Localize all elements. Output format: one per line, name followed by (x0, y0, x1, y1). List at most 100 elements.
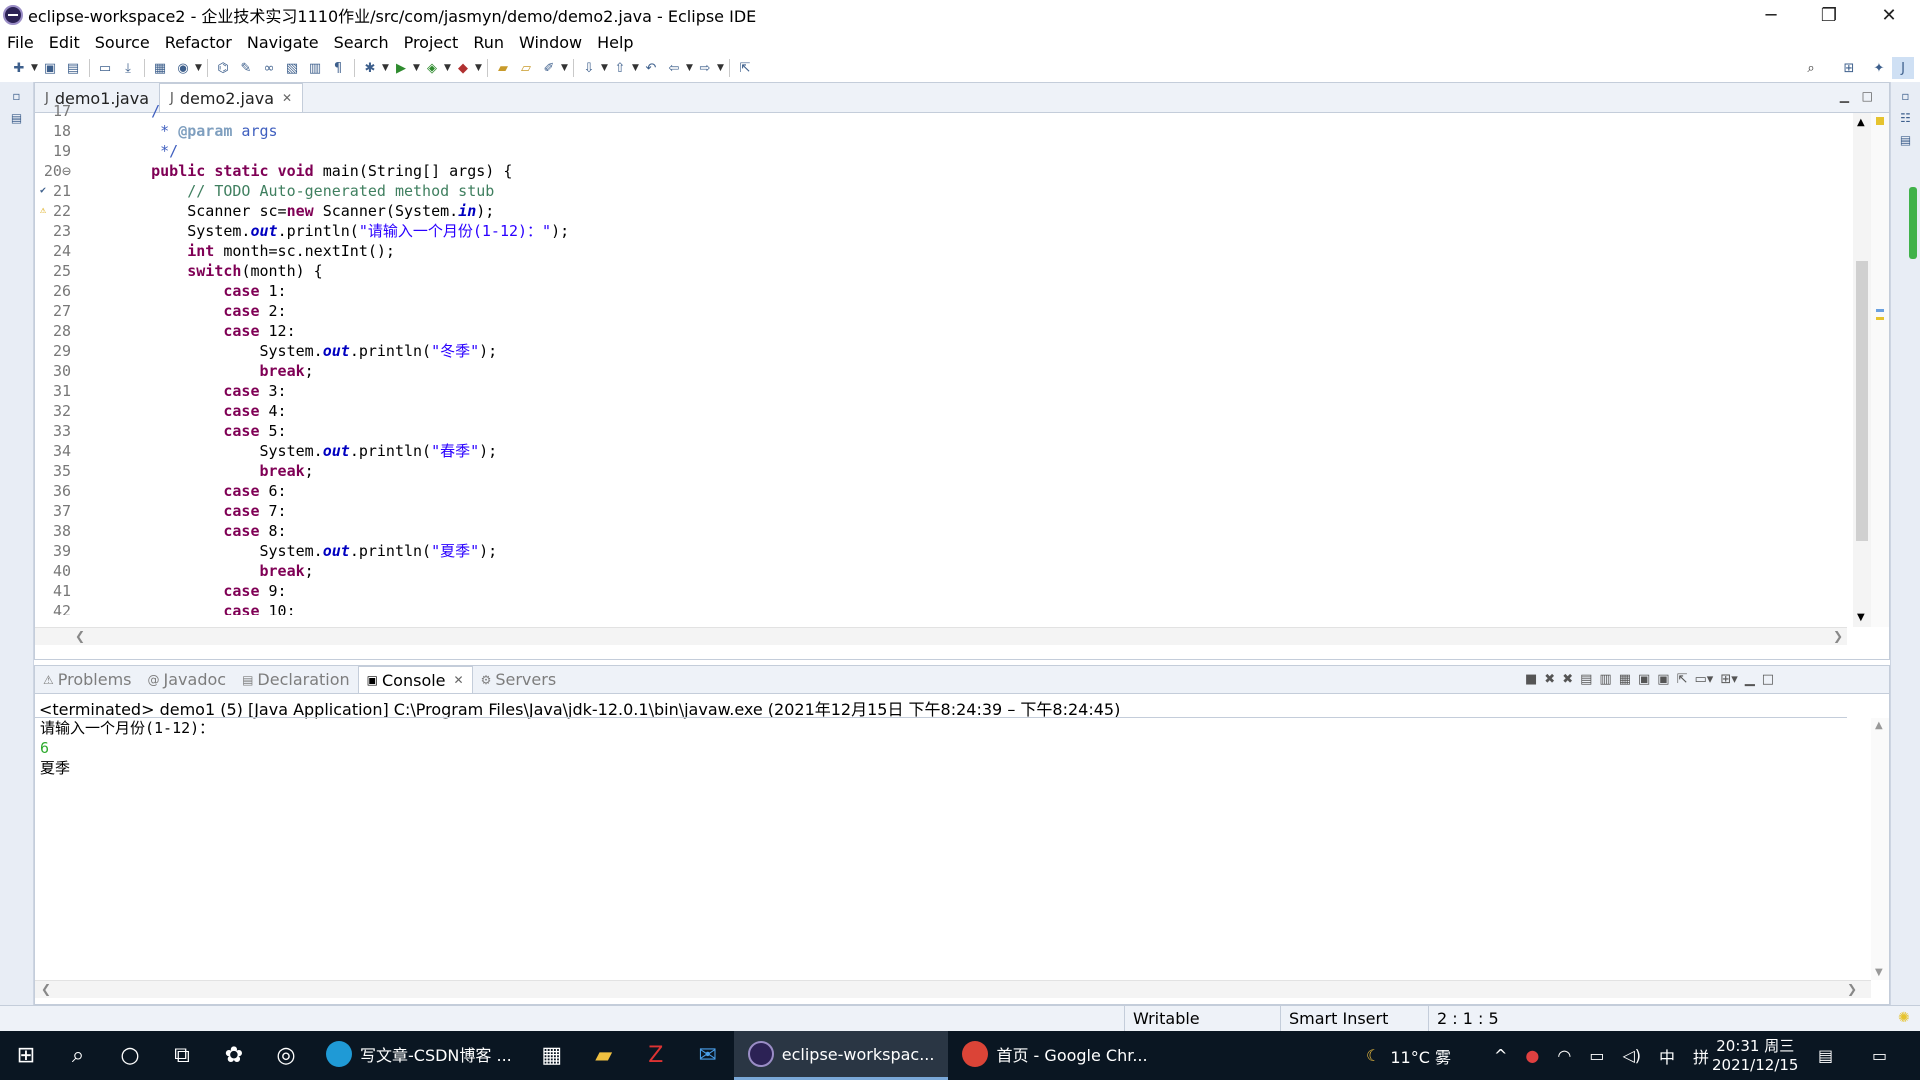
desktop-notes-icon[interactable]: ▤ (1818, 1031, 1833, 1080)
pin-console-icon[interactable]: ⇱ (1677, 672, 1688, 687)
open-resource-icon[interactable]: ▱ (515, 57, 537, 79)
ime-pinyin-icon[interactable]: 拼 (1693, 1044, 1709, 1068)
open-folder-icon[interactable]: ▰ (492, 57, 514, 79)
code-line[interactable]: 18 * @param args (35, 121, 1847, 141)
package-explorer-icon[interactable]: ▤ (9, 110, 25, 126)
occurrence-marker-icon[interactable] (1876, 317, 1884, 320)
new-package-icon[interactable]: ▦ (149, 57, 171, 79)
filezilla-icon[interactable]: Z (630, 1031, 682, 1080)
menu-file[interactable]: File (7, 33, 34, 52)
code-line[interactable]: 29 System.out.println("冬季"); (35, 341, 1847, 361)
code-line[interactable]: 31 case 3: (35, 381, 1847, 401)
show-on-error-icon[interactable]: ▣ (1657, 672, 1669, 687)
code-line[interactable]: 36 case 6: (35, 481, 1847, 501)
remove-all-icon[interactable]: ✖ (1562, 672, 1573, 687)
menu-source[interactable]: Source (95, 33, 150, 52)
save-all-icon[interactable]: ▤ (62, 57, 84, 79)
show-whitespace-icon[interactable]: ¶ (327, 57, 349, 79)
open-perspective-icon[interactable]: ⊞ (1838, 57, 1860, 79)
pinned-app-icon[interactable]: ✿ (208, 1031, 260, 1080)
action-center-icon[interactable]: ▭ (1872, 1031, 1887, 1080)
remove-launch-icon[interactable]: ✖ (1544, 672, 1555, 687)
code-line[interactable]: 41 case 9: (35, 581, 1847, 601)
new-class-dropdown-icon[interactable]: ▼ (195, 57, 203, 79)
code-line[interactable]: 38 case 8: (35, 521, 1847, 541)
file-explorer-icon[interactable]: ▰ (578, 1031, 630, 1080)
console-output[interactable]: 请输入一个月份(1-12)： 6 夏季 (40, 718, 214, 778)
debug-dropdown-icon[interactable]: ▼ (382, 57, 390, 79)
minimize-button[interactable]: ─ (1742, 0, 1800, 30)
next-annotation-icon[interactable]: ⇩ (578, 57, 600, 79)
run-dropdown-icon[interactable]: ▼ (413, 57, 421, 79)
code-line[interactable]: 23 System.out.println("请输入一个月份(1-12)："); (35, 221, 1847, 241)
link-icon[interactable]: ∞ (258, 57, 280, 79)
maximize-button[interactable]: ❐ (1800, 0, 1858, 30)
wifi-icon[interactable]: ◠ (1557, 1046, 1571, 1065)
task-list-icon[interactable]: ▤ (1898, 132, 1914, 148)
code-area[interactable]: 17 /18 * @param args 19 */20⊖ public stat… (35, 101, 1847, 615)
code-line[interactable]: 40 break; (35, 561, 1847, 581)
mark-occurrences-icon[interactable]: ▧ (281, 57, 303, 79)
terminal-icon[interactable]: ▭ (94, 57, 116, 79)
java-perspective-icon[interactable]: J (1892, 57, 1914, 79)
prev-annotation-icon[interactable]: ⇧ (609, 57, 631, 79)
battery-icon[interactable]: ▭ (1589, 1046, 1604, 1065)
minimize-view-icon[interactable]: ▁ (1745, 672, 1755, 687)
back-dropdown-icon[interactable]: ▼ (686, 57, 694, 79)
scroll-left-icon[interactable]: ❮ (75, 629, 85, 643)
block-selection-icon[interactable]: ▥ (304, 57, 326, 79)
open-type-icon[interactable]: ⌬ (212, 57, 234, 79)
menu-run[interactable]: Run (473, 33, 504, 52)
tab-javadoc[interactable]: @ Javadoc (140, 670, 235, 689)
code-line[interactable]: 39 System.out.println("夏季"); (35, 541, 1847, 561)
show-hidden-icons-icon[interactable]: ^ (1494, 1046, 1507, 1065)
taskbar-app-chrome[interactable]: 首页 - Google Chr... (948, 1031, 1161, 1080)
last-edit-icon[interactable]: ↶ (640, 57, 662, 79)
restore-icon[interactable]: ▫ (9, 88, 25, 104)
clock[interactable]: 20:31 周三 2021/12/15 (1712, 1031, 1798, 1080)
menu-window[interactable]: Window (519, 33, 582, 52)
maximize-editor-icon[interactable]: □ (1862, 89, 1873, 103)
code-line[interactable]: 33 case 5: (35, 421, 1847, 441)
search-icon[interactable]: ⌕ (1800, 57, 1822, 79)
code-line[interactable]: 34 System.out.println("春季"); (35, 441, 1847, 461)
editor-horizontal-scrollbar[interactable]: ❮ ❯ (35, 627, 1847, 645)
clear-console-icon[interactable]: ▤ (1580, 672, 1592, 687)
new-icon[interactable]: ✚ (8, 57, 30, 79)
taskbar-app-eclipse[interactable]: eclipse-workspac... (733, 1031, 949, 1080)
console-horizontal-scrollbar[interactable]: ❮ ❯ (35, 980, 1871, 998)
external-tools-icon[interactable]: ◆ (452, 57, 474, 79)
console-vertical-scrollbar[interactable]: ▲ ▼ (1871, 718, 1889, 980)
run-icon[interactable]: ▶ (390, 57, 412, 79)
menu-search[interactable]: Search (334, 33, 389, 52)
code-line[interactable]: 35 break; (35, 461, 1847, 481)
code-line[interactable]: 27 case 2: (35, 301, 1847, 321)
tab-problems[interactable]: ⚠ Problems (35, 670, 140, 689)
menu-help[interactable]: Help (597, 33, 633, 52)
code-line[interactable]: 20⊖ public static void main(String[] arg… (35, 161, 1847, 181)
coverage-dropdown-icon[interactable]: ▼ (444, 57, 452, 79)
tab-console[interactable]: ▣ Console ✕ (357, 666, 473, 693)
task-view-icon[interactable]: ⧉ (156, 1031, 208, 1080)
code-line[interactable]: 25 switch(month) { (35, 261, 1847, 281)
outline-icon[interactable]: ☷ (1898, 110, 1914, 126)
store-icon[interactable]: ▦ (526, 1031, 578, 1080)
new-class-icon[interactable]: ◉ (172, 57, 194, 79)
scroll-up-icon[interactable]: ▲ (1857, 117, 1865, 128)
code-line[interactable]: 17 / (35, 101, 1847, 121)
next-annotation-dropdown-icon[interactable]: ▼ (601, 57, 609, 79)
task-marker-icon[interactable]: ✔ (37, 185, 49, 197)
close-tab-icon[interactable]: ✕ (454, 673, 464, 687)
search-toolbar-icon[interactable]: ✐ (538, 57, 560, 79)
warning-marker-icon[interactable] (1876, 117, 1884, 125)
volume-icon[interactable]: ◁) (1622, 1046, 1641, 1065)
code-line[interactable]: 30 break; (35, 361, 1847, 381)
pen-icon[interactable]: ✎ (235, 57, 257, 79)
tab-servers[interactable]: ⚙ Servers (473, 670, 565, 689)
display-console-icon[interactable]: ▭▾ (1695, 672, 1714, 687)
coverage-icon[interactable]: ◈ (421, 57, 443, 79)
new-dropdown-icon[interactable]: ▼ (31, 57, 39, 79)
word-wrap-icon[interactable]: ▦ (1619, 672, 1631, 687)
skip-breakpoints-icon[interactable]: ⤓ (117, 57, 139, 79)
code-line[interactable]: 32 case 4: (35, 401, 1847, 421)
